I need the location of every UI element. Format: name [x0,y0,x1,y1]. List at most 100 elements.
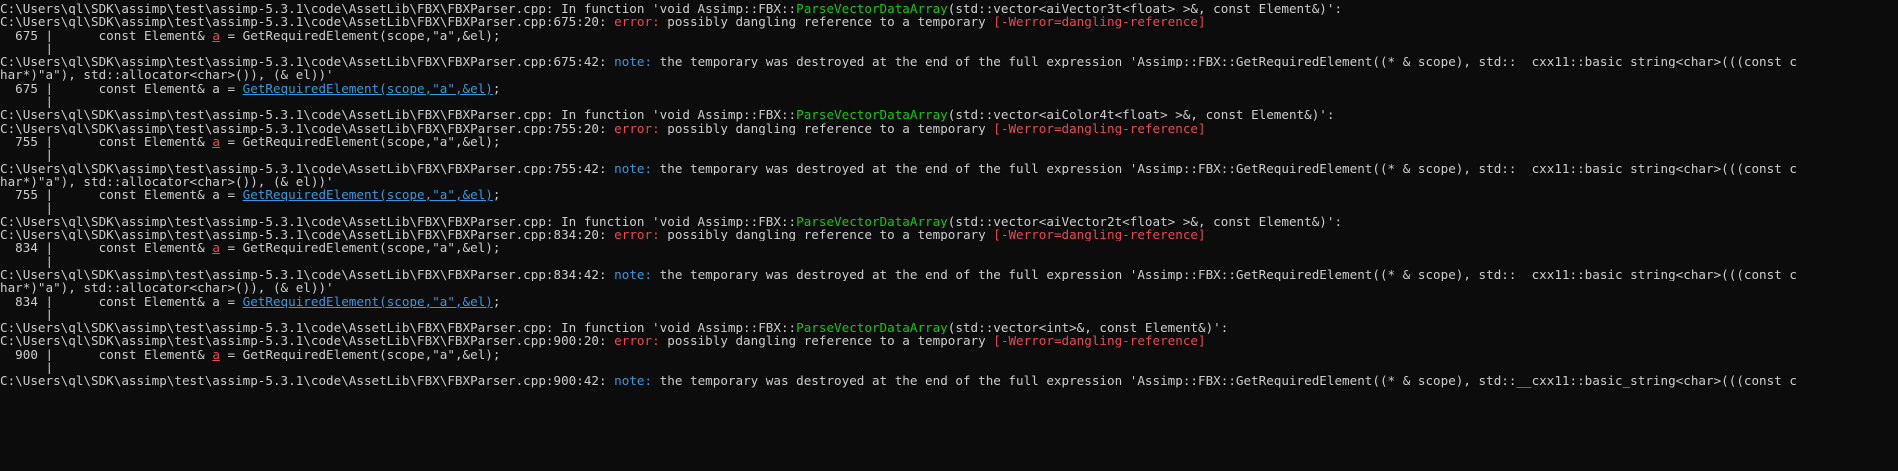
output-text: C:\Users\ql\SDK\assimp\test\assimp-5.3.1… [0,334,615,348]
output-text: possibly dangling reference to a tempora… [659,121,994,135]
terminal-line: C:\Users\ql\SDK\assimp\test\assimp-5.3.1… [0,15,1898,28]
terminal-line: C:\Users\ql\SDK\assimp\test\assimp-5.3.1… [0,108,1898,121]
output-text: har*)"a"), std::allocator<char>()), (& e… [0,281,334,295]
output-text: (std::vector<int>&, const Element&)': [947,321,1229,335]
output-text: 900 | const Element& [0,347,213,362]
terminal-line: 675 | const Element& a = GetRequiredElem… [0,29,1898,42]
note-label: note: [614,55,653,69]
terminal-line: C:\Users\ql\SDK\assimp\test\assimp-5.3.1… [0,321,1898,334]
output-text: the temporary was destroyed at the end o… [652,161,1797,175]
output-text: = GetRequiredElement(scope,"a",&el); [219,347,501,362]
output-text: 675 | const Element& a = [0,81,243,96]
output-text: the temporary was destroyed at the end o… [652,267,1797,282]
output-text: 675 | const Element& [0,28,213,42]
terminal-line: C:\Users\ql\SDK\assimp\test\assimp-5.3.1… [0,55,1898,68]
error-caret-highlight: a [212,134,220,149]
terminal-line: C:\Users\ql\SDK\assimp\test\assimp-5.3.1… [0,215,1898,228]
terminal-line: C:\Users\ql\SDK\assimp\test\assimp-5.3.1… [0,228,1898,241]
terminal-line: | [0,201,1898,214]
error-label: error: [614,228,660,242]
terminal-line: har*)"a"), std::allocator<char>()), (& e… [0,175,1898,188]
note-label: note: [614,374,653,388]
terminal-line: 675 | const Element& a = GetRequiredElem… [0,82,1898,95]
output-text: | [0,148,54,162]
terminal-line: 755 | const Element& a = GetRequiredElem… [0,188,1898,201]
error-caret-highlight: a [212,347,220,362]
output-text: (std::vector<aiColor4t<float> >&, const … [947,108,1335,122]
note-label: note: [614,161,653,175]
output-text: C:\Users\ql\SDK\assimp\test\assimp-5.3.1… [0,228,615,242]
terminal-line: | [0,308,1898,321]
output-text: | [0,41,54,56]
output-text: = GetRequiredElement(scope,"a",&el); [219,241,501,255]
output-text: har*)"a"), std::allocator<char>()), (& e… [0,174,334,189]
output-text: (std::vector<aiVector3t<float> >&, const… [947,2,1343,16]
terminal-line: C:\Users\ql\SDK\assimp\test\assimp-5.3.1… [0,2,1898,15]
output-text: the temporary was destroyed at the end o… [652,374,1797,388]
output-text: = GetRequiredElement(scope,"a",&el); [219,134,501,149]
output-text: | [0,201,54,215]
output-text: C:\Users\ql\SDK\assimp\test\assimp-5.3.1… [0,267,615,282]
output-text: 834 | const Element& a = [0,294,243,308]
output-text: ; [492,188,501,202]
output-text: C:\Users\ql\SDK\assimp\test\assimp-5.3.1… [0,121,615,135]
output-text: C:\Users\ql\SDK\assimp\test\assimp-5.3.1… [0,321,797,335]
terminal-line: | [0,361,1898,374]
terminal-line: C:\Users\ql\SDK\assimp\test\assimp-5.3.1… [0,162,1898,175]
output-text: = GetRequiredElement(scope,"a",&el); [219,28,501,42]
terminal-output[interactable]: C:\Users\ql\SDK\assimp\test\assimp-5.3.1… [0,0,1898,471]
output-text: possibly dangling reference to a tempora… [659,334,994,348]
note-label: note: [614,267,653,282]
output-text: 755 | const Element& a = [0,188,243,202]
terminal-line: 755 | const Element& a = GetRequiredElem… [0,135,1898,148]
output-text: | [0,95,54,109]
terminal-line: C:\Users\ql\SDK\assimp\test\assimp-5.3.1… [0,268,1898,281]
terminal-line: har*)"a"), std::allocator<char>()), (& e… [0,68,1898,81]
warning-flag: [-Werror=dangling-reference] [993,228,1206,242]
output-text: | [0,361,54,375]
warning-flag: [-Werror=dangling-reference] [993,121,1206,135]
output-text: possibly dangling reference to a tempora… [659,228,994,242]
terminal-line: 834 | const Element& a = GetRequiredElem… [0,295,1898,308]
function-name: ParseVectorDataArray [796,321,948,335]
output-text: C:\Users\ql\SDK\assimp\test\assimp-5.3.1… [0,374,615,388]
terminal-line: C:\Users\ql\SDK\assimp\test\assimp-5.3.1… [0,374,1898,387]
output-text: C:\Users\ql\SDK\assimp\test\assimp-5.3.1… [0,108,797,122]
output-text: C:\Users\ql\SDK\assimp\test\assimp-5.3.1… [0,15,615,29]
error-caret-highlight: a [212,28,220,42]
error-label: error: [614,121,660,135]
terminal-line: 834 | const Element& a = GetRequiredElem… [0,241,1898,254]
output-text: C:\Users\ql\SDK\assimp\test\assimp-5.3.1… [0,2,797,16]
terminal-line: | [0,148,1898,161]
terminal-line: | [0,255,1898,268]
output-text: C:\Users\ql\SDK\assimp\test\assimp-5.3.1… [0,214,797,229]
output-text: ; [492,294,501,308]
error-label: error: [614,334,660,348]
warning-flag: [-Werror=dangling-reference] [993,334,1206,348]
function-name: ParseVectorDataArray [796,2,948,16]
output-text: | [0,254,54,268]
output-text: C:\Users\ql\SDK\assimp\test\assimp-5.3.1… [0,161,615,175]
terminal-line: C:\Users\ql\SDK\assimp\test\assimp-5.3.1… [0,122,1898,135]
function-name: ParseVectorDataArray [796,108,948,122]
output-text: ; [492,81,501,96]
terminal-line: | [0,95,1898,108]
error-caret-highlight: a [212,241,220,255]
output-text: har*)"a"), std::allocator<char>()), (& e… [0,68,334,82]
terminal-line: | [0,42,1898,55]
output-text: possibly dangling reference to a tempora… [659,15,994,29]
underlined-expression: GetRequiredElement(scope,"a",&el) [242,294,493,308]
output-text: | [0,307,54,322]
underlined-expression: GetRequiredElement(scope,"a",&el) [242,81,493,96]
error-label: error: [614,15,660,29]
output-text: C:\Users\ql\SDK\assimp\test\assimp-5.3.1… [0,55,615,69]
output-text: 755 | const Element& [0,134,213,149]
underlined-expression: GetRequiredElement(scope,"a",&el) [242,188,493,202]
output-text: (std::vector<aiVector2t<float> >&, const… [947,214,1343,229]
terminal-line: C:\Users\ql\SDK\assimp\test\assimp-5.3.1… [0,334,1898,347]
terminal-line: 900 | const Element& a = GetRequiredElem… [0,348,1898,361]
warning-flag: [-Werror=dangling-reference] [993,15,1206,29]
output-text: the temporary was destroyed at the end o… [652,55,1797,69]
function-name: ParseVectorDataArray [796,214,948,229]
terminal-line: har*)"a"), std::allocator<char>()), (& e… [0,281,1898,294]
